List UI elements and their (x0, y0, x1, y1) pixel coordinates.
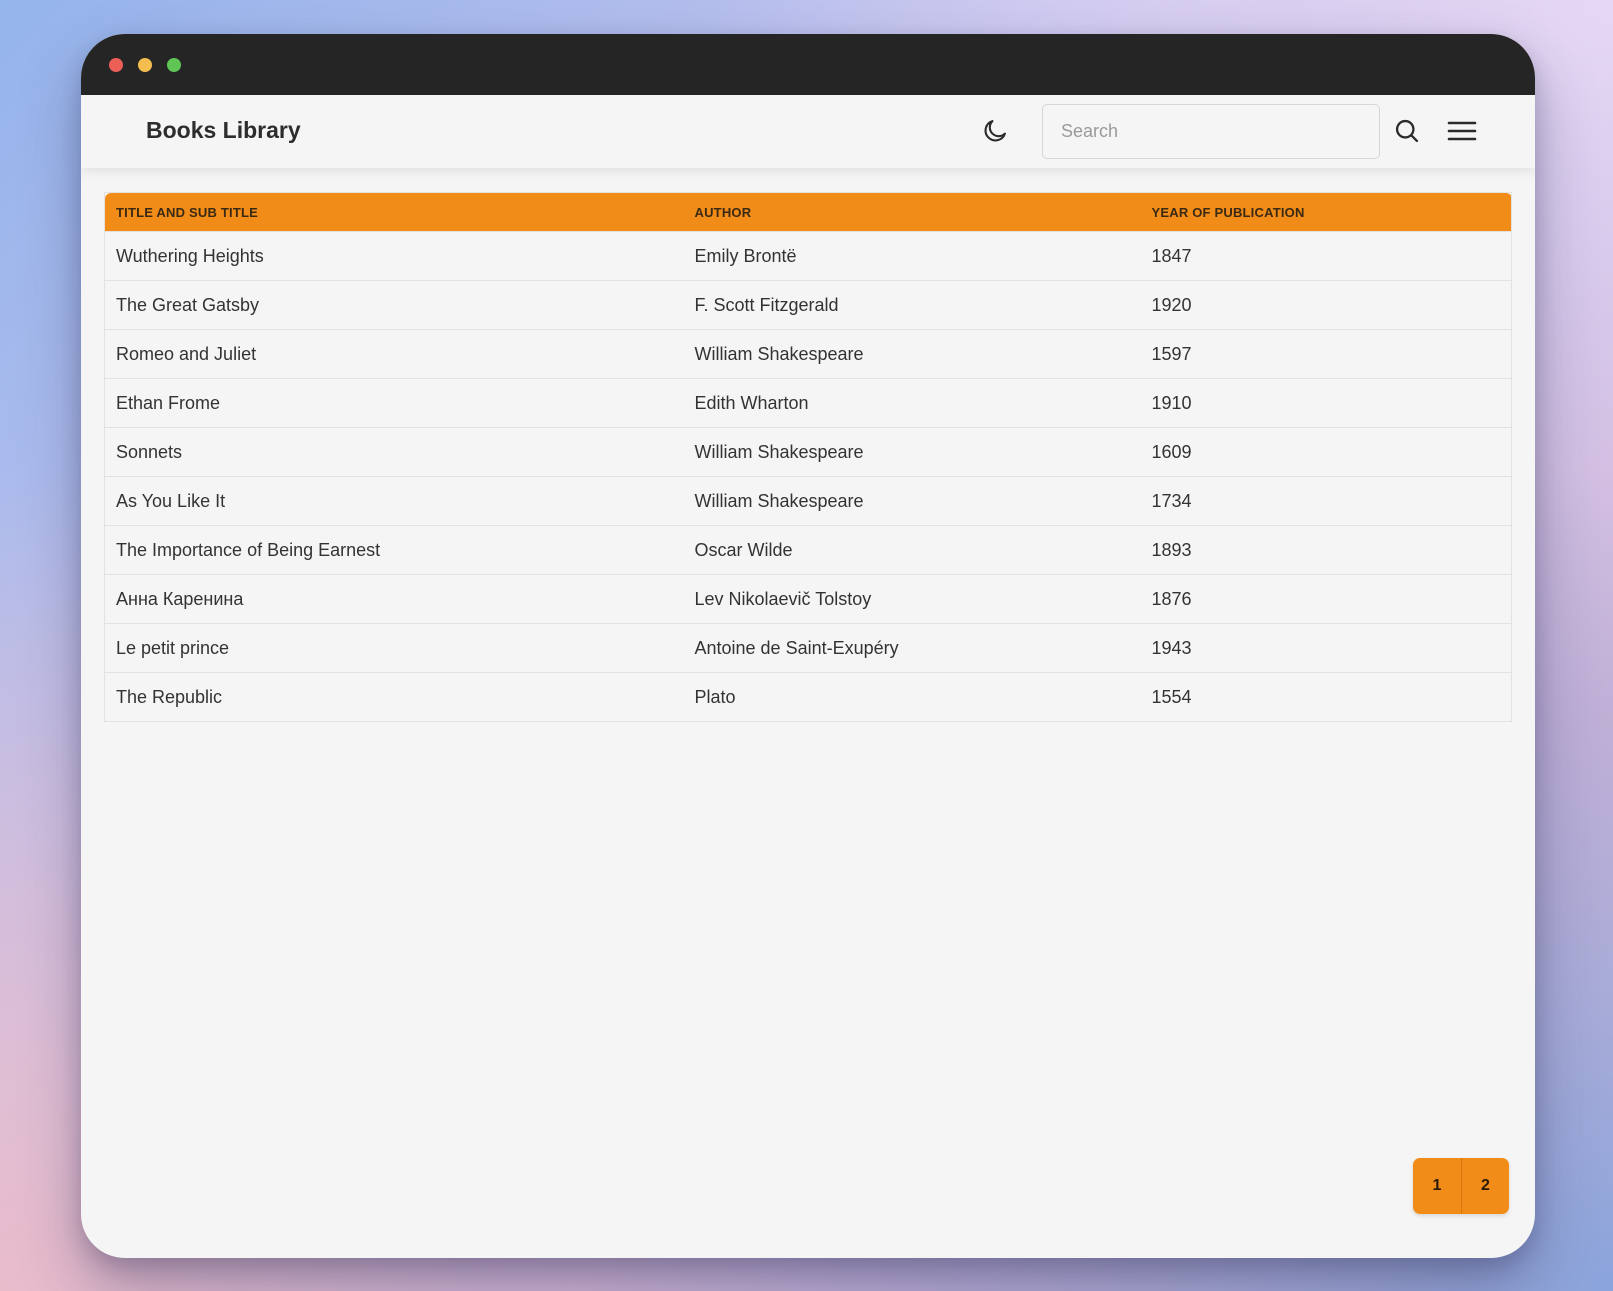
moon-icon[interactable] (981, 117, 1009, 145)
cell-year: 1554 (1140, 672, 1512, 722)
minimize-window-button[interactable] (138, 58, 152, 72)
close-window-button[interactable] (109, 58, 123, 72)
cell-author: Antoine de Saint-Exupéry (683, 623, 1141, 673)
cell-author: Emily Brontë (683, 231, 1141, 281)
table-row[interactable]: The Republic Plato 1554 (104, 672, 1512, 722)
table-row[interactable]: As You Like It William Shakespeare 1734 (104, 476, 1512, 526)
search-input[interactable] (1042, 104, 1380, 159)
cell-author: Lev Nikolaevič Tolstoy (683, 574, 1141, 624)
books-table: TITLE AND SUB TITLE AUTHOR YEAR OF PUBLI… (104, 192, 1512, 722)
cell-year: 1876 (1140, 574, 1512, 624)
cell-year: 1893 (1140, 525, 1512, 575)
table-header-row: TITLE AND SUB TITLE AUTHOR YEAR OF PUBLI… (104, 192, 1512, 232)
cell-author: Oscar Wilde (683, 525, 1141, 575)
hamburger-menu-icon[interactable] (1447, 117, 1477, 145)
cell-title: As You Like It (104, 476, 684, 526)
column-header-year[interactable]: YEAR OF PUBLICATION (1141, 193, 1512, 232)
table-row[interactable]: Ethan Frome Edith Wharton 1910 (104, 378, 1512, 428)
table-row[interactable]: Romeo and Juliet William Shakespeare 159… (104, 329, 1512, 379)
table-row[interactable]: Le petit prince Antoine de Saint-Exupéry… (104, 623, 1512, 673)
cell-title: Sonnets (104, 427, 684, 477)
navbar: Books Library (81, 95, 1535, 168)
cell-year: 1920 (1140, 280, 1512, 330)
cell-author: William Shakespeare (683, 329, 1141, 379)
cell-title: The Republic (104, 672, 684, 722)
cell-author: William Shakespeare (683, 427, 1141, 477)
pagination: 1 2 (1413, 1158, 1509, 1214)
table-row[interactable]: Sonnets William Shakespeare 1609 (104, 427, 1512, 477)
cell-title: Romeo and Juliet (104, 329, 684, 379)
app-title: Books Library (146, 117, 301, 143)
cell-title: The Great Gatsby (104, 280, 684, 330)
cell-title: Wuthering Heights (104, 231, 684, 281)
maximize-window-button[interactable] (167, 58, 181, 72)
cell-year: 1597 (1140, 329, 1512, 379)
browser-window: Books Library TITLE AND SUB (81, 34, 1535, 1258)
window-titlebar (81, 34, 1535, 95)
cell-year: 1910 (1140, 378, 1512, 428)
cell-title: Le petit prince (104, 623, 684, 673)
cell-author: Edith Wharton (683, 378, 1141, 428)
cell-year: 1734 (1140, 476, 1512, 526)
table-row[interactable]: Анна Каренина Lev Nikolaevič Tolstoy 187… (104, 574, 1512, 624)
page-button-2[interactable]: 2 (1461, 1158, 1509, 1214)
column-header-author[interactable]: AUTHOR (684, 193, 1141, 232)
cell-author: William Shakespeare (683, 476, 1141, 526)
column-header-title[interactable]: TITLE AND SUB TITLE (105, 193, 684, 232)
cell-author: Plato (683, 672, 1141, 722)
table-row[interactable]: The Importance of Being Earnest Oscar Wi… (104, 525, 1512, 575)
table-row[interactable]: Wuthering Heights Emily Brontë 1847 (104, 231, 1512, 281)
search-icon[interactable] (1393, 117, 1421, 145)
cell-author: F. Scott Fitzgerald (683, 280, 1141, 330)
cell-year: 1943 (1140, 623, 1512, 673)
cell-year: 1609 (1140, 427, 1512, 477)
page-button-1[interactable]: 1 (1413, 1158, 1461, 1214)
cell-title: Ethan Frome (104, 378, 684, 428)
cell-title: The Importance of Being Earnest (104, 525, 684, 575)
cell-year: 1847 (1140, 231, 1512, 281)
cell-title: Анна Каренина (104, 574, 684, 624)
table-row[interactable]: The Great Gatsby F. Scott Fitzgerald 192… (104, 280, 1512, 330)
books-table-container: TITLE AND SUB TITLE AUTHOR YEAR OF PUBLI… (104, 192, 1512, 722)
